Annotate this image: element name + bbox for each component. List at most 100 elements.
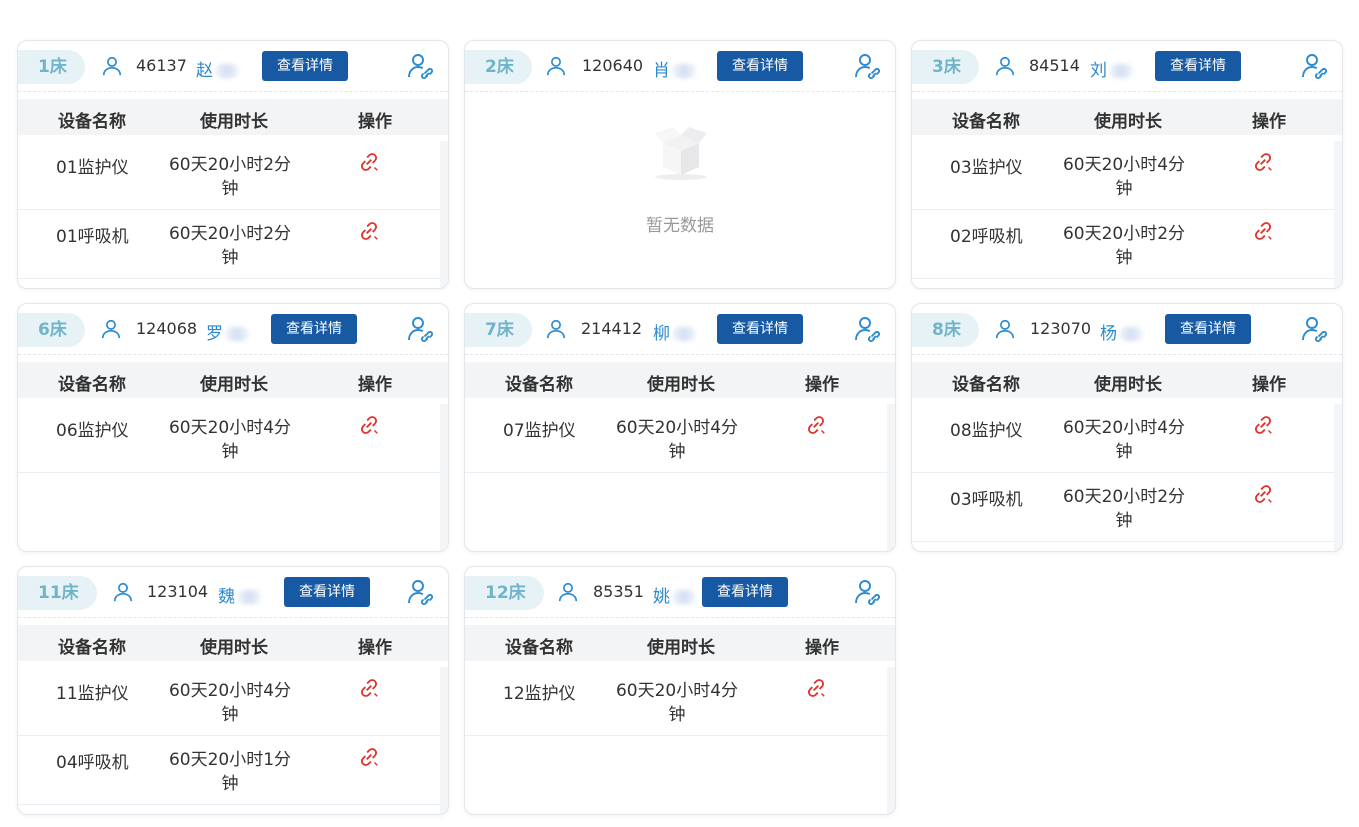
device-duration: 60天20小时4分钟 <box>168 681 292 725</box>
empty-box-icon <box>649 119 713 187</box>
bind-patient-icon[interactable] <box>1300 315 1328 343</box>
unbind-icon[interactable] <box>358 677 380 699</box>
device-list: 03监护仪 60天20小时4分钟 02呼吸机 60天20小时2分钟 <box>912 141 1334 279</box>
bind-patient-icon[interactable] <box>853 315 881 343</box>
unbind-icon[interactable] <box>358 746 380 768</box>
device-list: 08监护仪 60天20小时4分钟 03呼吸机 60天20小时2分钟 <box>912 404 1334 542</box>
card-header: 8床 123070 杨查看详情 <box>912 304 1342 355</box>
bed-label: 7床 <box>465 313 532 347</box>
patient-id: 123070 <box>1030 319 1092 338</box>
table-row: 03监护仪 60天20小时4分钟 <box>912 141 1334 210</box>
scrollbar[interactable] <box>887 667 895 814</box>
patient-name: 柳 <box>653 319 696 344</box>
unbind-icon[interactable] <box>1252 151 1274 173</box>
device-name: 07监护仪 <box>503 421 576 441</box>
bind-patient-icon[interactable] <box>1300 52 1328 80</box>
patient-id: 46137 <box>136 56 187 75</box>
unbind-icon[interactable] <box>805 677 827 699</box>
patient-id: 214412 <box>581 319 643 338</box>
bed-label: 6床 <box>18 313 85 347</box>
bed-label: 2床 <box>465 50 532 84</box>
device-duration: 60天20小时4分钟 <box>1062 155 1186 199</box>
card-header: 12床 85351 姚查看详情 <box>465 567 895 618</box>
patient-name: 姚 <box>653 582 696 607</box>
view-details-button[interactable]: 查看详情 <box>717 51 803 81</box>
bind-patient-icon[interactable] <box>406 315 434 343</box>
device-list: 07监护仪 60天20小时4分钟 <box>465 404 887 473</box>
col-action: 操作 <box>805 375 839 395</box>
col-device-name: 设备名称 <box>505 375 573 395</box>
unbind-icon[interactable] <box>805 414 827 436</box>
unbind-icon[interactable] <box>358 414 380 436</box>
patient-icon <box>545 55 567 77</box>
table-header: 设备名称 使用时长 操作 <box>912 362 1342 398</box>
bed-card: 12床 85351 姚查看详情 设备名称 使用时长 操作 12监护仪 60天20小时4分钟 <box>464 566 896 815</box>
patient-icon <box>994 318 1016 340</box>
col-action: 操作 <box>358 638 392 658</box>
device-name: 04呼吸机 <box>56 753 129 773</box>
table-row: 03呼吸机 60天20小时2分钟 <box>912 473 1334 542</box>
table-header: 设备名称 使用时长 操作 <box>18 99 448 135</box>
device-name: 02呼吸机 <box>950 227 1023 247</box>
col-action: 操作 <box>805 638 839 658</box>
view-details-button[interactable]: 查看详情 <box>702 577 788 607</box>
table-header: 设备名称 使用时长 操作 <box>18 362 448 398</box>
device-name: 11监护仪 <box>56 684 129 704</box>
patient-name: 肖 <box>653 56 696 81</box>
view-details-button[interactable]: 查看详情 <box>262 51 348 81</box>
device-duration: 60天20小时4分钟 <box>615 681 739 725</box>
bind-patient-icon[interactable] <box>853 52 881 80</box>
patient-icon <box>557 581 579 603</box>
bed-card: 2床 120640 肖查看详情暂无数据 <box>464 40 896 289</box>
table-row: 12监护仪 60天20小时4分钟 <box>465 667 887 736</box>
patient-name: 杨 <box>1100 319 1143 344</box>
view-details-button[interactable]: 查看详情 <box>717 314 803 344</box>
patient-id: 85351 <box>593 582 644 601</box>
bind-patient-icon[interactable] <box>406 578 434 606</box>
table-row: 08监护仪 60天20小时4分钟 <box>912 404 1334 473</box>
bind-patient-icon[interactable] <box>406 52 434 80</box>
view-details-button[interactable]: 查看详情 <box>1155 51 1241 81</box>
view-details-button[interactable]: 查看详情 <box>1165 314 1251 344</box>
table-row: 11监护仪 60天20小时4分钟 <box>18 667 440 736</box>
view-details-button[interactable]: 查看详情 <box>284 577 370 607</box>
card-header: 3床 84514 刘查看详情 <box>912 41 1342 92</box>
table-row: 01监护仪 60天20小时2分钟 <box>18 141 440 210</box>
device-name: 01监护仪 <box>56 158 129 178</box>
device-name: 06监护仪 <box>56 421 129 441</box>
device-name: 12监护仪 <box>503 684 576 704</box>
patient-name: 魏 <box>218 582 261 607</box>
unbind-icon[interactable] <box>358 220 380 242</box>
unbind-icon[interactable] <box>1252 483 1274 505</box>
scrollbar[interactable] <box>1334 141 1342 288</box>
patient-id: 120640 <box>582 56 644 75</box>
scrollbar[interactable] <box>440 667 448 814</box>
empty-text: 暂无数据 <box>646 216 714 236</box>
col-duration: 使用时长 <box>200 112 268 132</box>
bed-label: 1床 <box>18 50 85 84</box>
patient-icon <box>112 581 134 603</box>
table-header: 设备名称 使用时长 操作 <box>18 625 448 661</box>
table-row: 04呼吸机 60天20小时1分钟 <box>18 736 440 805</box>
table-row: 02呼吸机 60天20小时2分钟 <box>912 210 1334 279</box>
scrollbar[interactable] <box>440 141 448 288</box>
col-duration: 使用时长 <box>200 638 268 658</box>
table-header: 设备名称 使用时长 操作 <box>912 99 1342 135</box>
bed-label: 3床 <box>912 50 979 84</box>
unbind-icon[interactable] <box>358 151 380 173</box>
view-details-button[interactable]: 查看详情 <box>271 314 357 344</box>
bed-card: 6床 124068 罗查看详情 设备名称 使用时长 操作 06监护仪 60天20小时4分钟 <box>17 303 449 552</box>
device-name: 03呼吸机 <box>950 490 1023 510</box>
scrollbar[interactable] <box>1334 404 1342 551</box>
unbind-icon[interactable] <box>1252 414 1274 436</box>
patient-name: 赵 <box>196 56 239 81</box>
bind-patient-icon[interactable] <box>853 578 881 606</box>
unbind-icon[interactable] <box>1252 220 1274 242</box>
scrollbar[interactable] <box>440 404 448 551</box>
bed-card: 3床 84514 刘查看详情 设备名称 使用时长 操作 03监护仪 60天20小时4分钟 02呼… <box>911 40 1343 289</box>
card-header: 1床 46137 赵查看详情 <box>18 41 448 92</box>
scrollbar[interactable] <box>887 404 895 551</box>
col-device-name: 设备名称 <box>58 375 126 395</box>
card-header: 6床 124068 罗查看详情 <box>18 304 448 355</box>
col-device-name: 设备名称 <box>952 112 1020 132</box>
